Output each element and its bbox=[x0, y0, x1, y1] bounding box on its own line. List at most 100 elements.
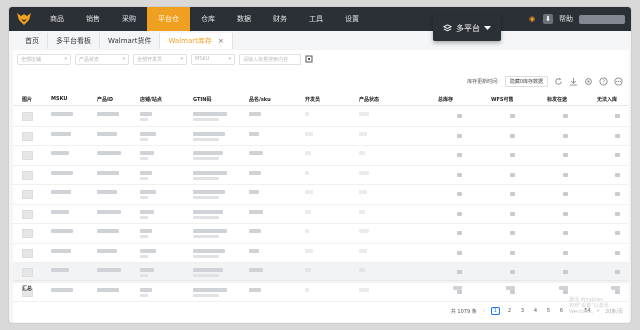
nav-item-platform-warehouse[interactable]: 平台仓 bbox=[147, 7, 190, 31]
filter-bar: 全部店铺 ▾ 产品状态 ▾ 全部开发员 ▾ MSKU ▾ 请输入批量搜索内容 bbox=[17, 53, 313, 65]
col-in-transit[interactable]: 标发在途 bbox=[547, 96, 567, 103]
help-link[interactable]: 帮助 bbox=[559, 14, 573, 24]
redacted-cell bbox=[193, 209, 223, 214]
product-thumbnail[interactable] bbox=[22, 190, 33, 199]
redacted-cell bbox=[359, 248, 367, 253]
table-row[interactable] bbox=[13, 185, 629, 205]
redacted-number bbox=[563, 250, 568, 255]
gear-icon[interactable] bbox=[584, 77, 593, 86]
tab-multi-platform-board[interactable]: 多平台看板 bbox=[48, 33, 100, 49]
tab-walmart-inventory[interactable]: Walmart库存 × bbox=[160, 33, 233, 49]
redacted-cell bbox=[193, 229, 227, 233]
nav-item-data[interactable]: 数据 bbox=[226, 7, 262, 31]
redacted-cell bbox=[305, 209, 311, 214]
redacted-cell bbox=[249, 248, 259, 253]
col-msku[interactable]: MSKU bbox=[51, 96, 67, 102]
notification-icon[interactable]: ◉ bbox=[527, 14, 537, 24]
tab-home[interactable]: 首页 bbox=[17, 33, 48, 49]
redacted-cell bbox=[51, 209, 69, 214]
more-icon[interactable] bbox=[614, 77, 623, 86]
close-icon[interactable]: × bbox=[218, 37, 224, 45]
refresh-icon[interactable] bbox=[554, 77, 563, 86]
search-input[interactable]: 请输入批量搜索内容 bbox=[239, 53, 301, 65]
table-row[interactable] bbox=[13, 244, 629, 263]
redacted-number bbox=[510, 270, 515, 274]
redacted-cell bbox=[359, 151, 365, 155]
page-4[interactable]: 4 bbox=[532, 308, 539, 314]
search-field-select[interactable]: MSKU ▾ bbox=[191, 53, 235, 65]
nav-item-tools[interactable]: 工具 bbox=[298, 7, 334, 31]
table-row[interactable] bbox=[13, 107, 629, 127]
redacted-subcell bbox=[193, 235, 219, 238]
redacted-cell bbox=[140, 248, 156, 253]
redacted-number bbox=[457, 192, 462, 196]
nav-item-warehouse[interactable]: 仓库 bbox=[190, 7, 226, 31]
product-thumbnail[interactable] bbox=[22, 131, 33, 141]
chevron-left-icon[interactable]: ‹ bbox=[483, 308, 485, 314]
table-row[interactable] bbox=[13, 127, 629, 146]
table-row[interactable] bbox=[13, 146, 629, 166]
page-5[interactable]: 5 bbox=[545, 308, 552, 314]
redacted-cell bbox=[193, 248, 225, 253]
fox-logo-icon[interactable] bbox=[9, 7, 39, 31]
nav-item-products[interactable]: 商品 bbox=[39, 7, 75, 31]
download-icon[interactable] bbox=[569, 77, 578, 86]
redacted-number bbox=[615, 192, 620, 196]
top-navigation: 商品 销售 采购 平台仓 仓库 数据 财务 工具 设置 ◉ ⬇ 帮助 bbox=[9, 7, 631, 31]
col-wfs-available[interactable]: WFS可售 bbox=[491, 96, 514, 103]
product-thumbnail[interactable] bbox=[22, 248, 33, 258]
col-product-status[interactable]: 产品状态 bbox=[359, 96, 379, 103]
redacted-number bbox=[457, 153, 462, 157]
page-3[interactable]: 3 bbox=[519, 308, 526, 314]
nav-item-purchase[interactable]: 采购 bbox=[111, 7, 147, 31]
product-thumbnail[interactable] bbox=[22, 229, 33, 238]
scan-icon[interactable] bbox=[305, 55, 313, 63]
nav-item-settings[interactable]: 设置 bbox=[334, 7, 370, 31]
product-thumbnail[interactable] bbox=[22, 170, 33, 180]
redacted-cell bbox=[140, 229, 152, 233]
platform-switch-button[interactable]: 多平台 bbox=[433, 15, 501, 41]
table-row[interactable] bbox=[13, 205, 629, 224]
hide-zero-stock-toggle[interactable]: 隐藏0库存数据 bbox=[504, 76, 548, 87]
nav-item-sales[interactable]: 销售 bbox=[75, 7, 111, 31]
redacted-cell bbox=[305, 170, 309, 175]
redacted-subcell bbox=[140, 235, 148, 238]
redacted-number bbox=[457, 270, 462, 274]
col-developer[interactable]: 开发员 bbox=[305, 96, 320, 103]
product-thumbnail[interactable] bbox=[22, 209, 33, 219]
product-status-select[interactable]: 产品状态 ▾ bbox=[75, 53, 129, 65]
redacted-subcell bbox=[140, 215, 148, 219]
store-select[interactable]: 全部店铺 ▾ bbox=[17, 53, 71, 65]
col-gtin[interactable]: GTIN码 bbox=[193, 96, 211, 103]
developer-select[interactable]: 全部开发员 ▾ bbox=[133, 53, 187, 65]
col-product-id[interactable]: 产品ID bbox=[97, 96, 113, 103]
table-body bbox=[13, 107, 629, 302]
redacted-subcell bbox=[140, 254, 148, 258]
col-unable-inbound[interactable]: 无法入库 bbox=[597, 96, 617, 103]
page-6[interactable]: 6 bbox=[558, 308, 565, 314]
col-store-site[interactable]: 店铺/站点 bbox=[140, 96, 162, 103]
redacted-subcell bbox=[140, 176, 148, 180]
product-thumbnail[interactable] bbox=[22, 112, 33, 121]
inventory-update-time-label: 库存更新时间: bbox=[467, 79, 499, 85]
nav-right-area: ◉ ⬇ 帮助 bbox=[527, 7, 625, 31]
tab-walmart-shipments[interactable]: Walmart货件 bbox=[100, 33, 161, 49]
table-row[interactable] bbox=[13, 224, 629, 244]
page-2[interactable]: 2 bbox=[506, 308, 513, 314]
summary-total-stock bbox=[453, 286, 462, 290]
help-circle-icon[interactable]: ? bbox=[599, 77, 608, 86]
product-thumbnail[interactable] bbox=[22, 151, 33, 160]
col-total-stock[interactable]: 总库存 bbox=[438, 96, 453, 103]
user-account-blurred[interactable] bbox=[579, 14, 625, 24]
redacted-cell bbox=[51, 229, 73, 233]
redacted-cell bbox=[305, 229, 309, 233]
col-name-sku[interactable]: 品名/sku bbox=[249, 96, 271, 103]
page-1[interactable]: 1 bbox=[490, 307, 500, 315]
product-thumbnail[interactable] bbox=[22, 268, 33, 277]
table-row[interactable] bbox=[13, 166, 629, 185]
summary-in-transit bbox=[559, 286, 568, 290]
redacted-cell bbox=[140, 131, 156, 136]
download-icon[interactable]: ⬇ bbox=[543, 14, 553, 24]
search-input-placeholder: 请输入批量搜索内容 bbox=[243, 56, 289, 63]
nav-item-finance[interactable]: 财务 bbox=[262, 7, 298, 31]
